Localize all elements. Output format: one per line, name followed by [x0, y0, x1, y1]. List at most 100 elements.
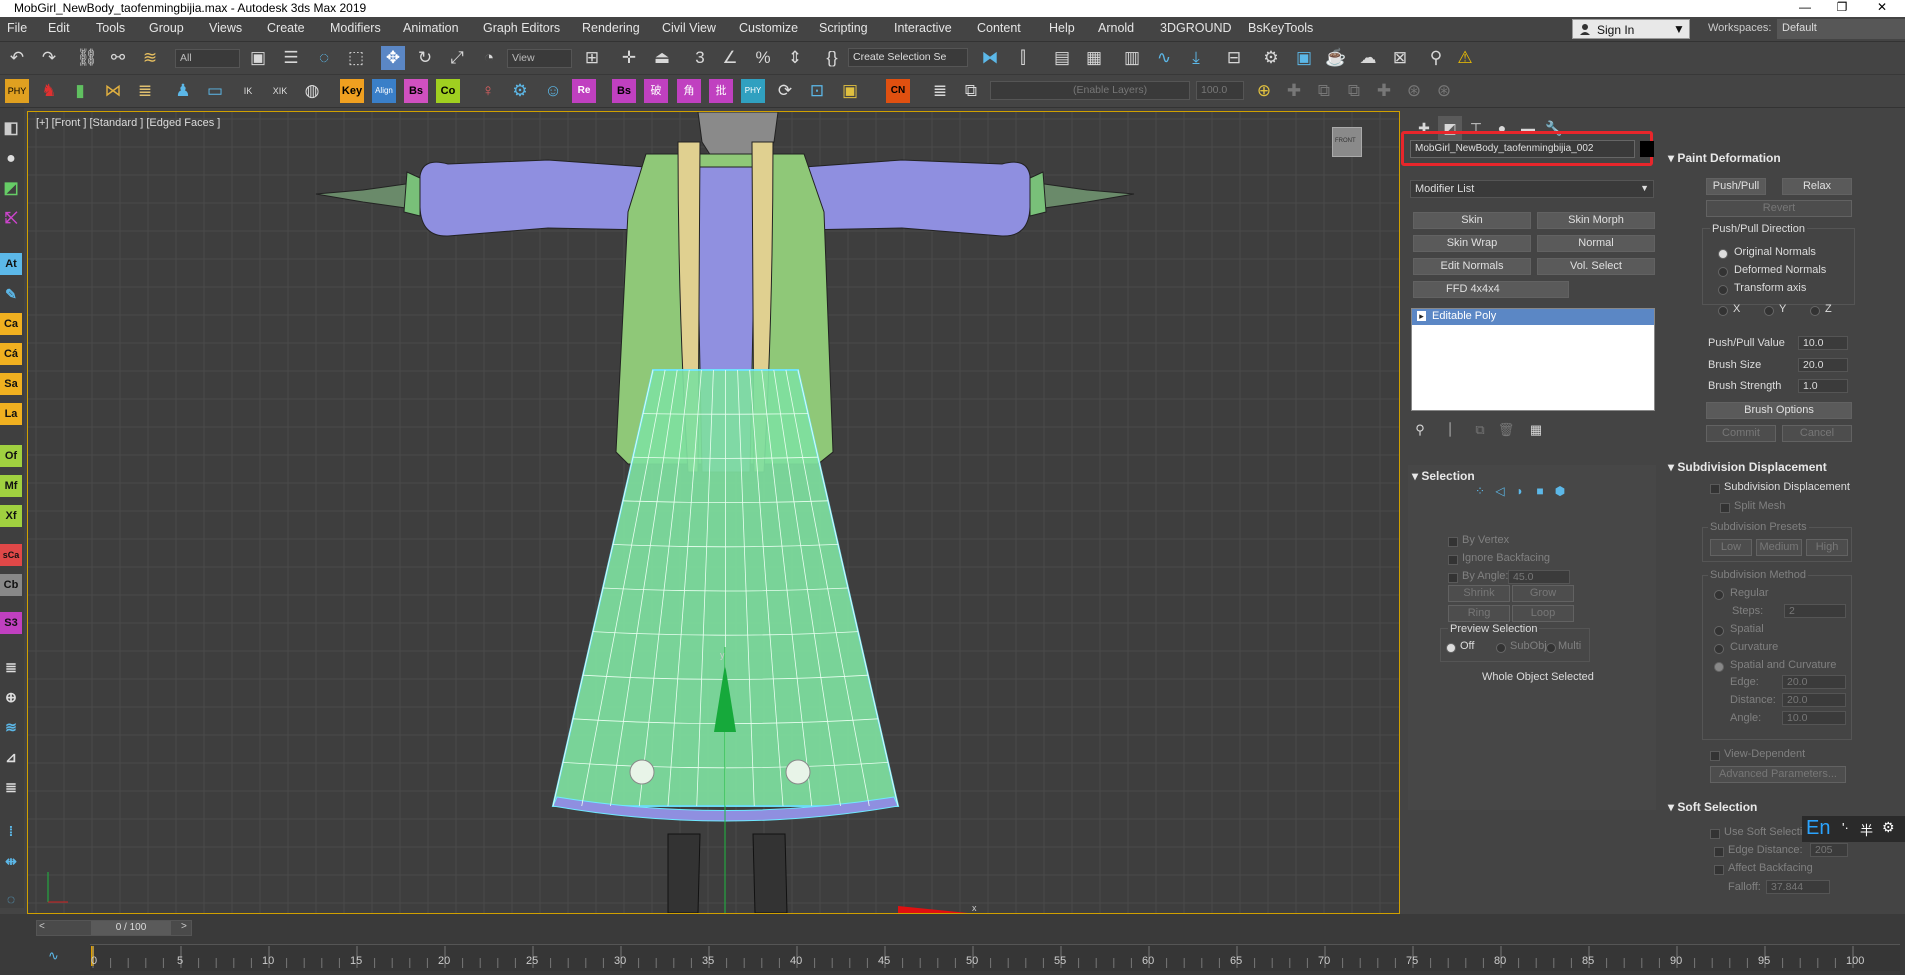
material-editor-icon[interactable]: ⊟ — [1222, 46, 1246, 70]
layer-add-icon[interactable]: ✚ — [1282, 79, 1306, 103]
preview-multi-radio[interactable] — [1546, 643, 1556, 653]
distance-spinner[interactable]: 20.0 — [1782, 693, 1846, 707]
selection-header[interactable]: ▾ Selection — [1412, 469, 1475, 483]
rotate-icon[interactable]: ↻ — [413, 46, 437, 70]
axis-x-radio[interactable] — [1718, 306, 1728, 316]
element-mode-icon[interactable]: ⬢ — [1548, 479, 1572, 503]
selection-filter-dropdown[interactable]: All — [175, 49, 240, 68]
ffd-button[interactable]: FFD 4x4x4 — [1413, 281, 1569, 298]
use-soft-selection-checkbox[interactable] — [1710, 829, 1720, 839]
spatial-radio[interactable] — [1714, 626, 1724, 636]
preset-medium-button[interactable]: Medium — [1756, 539, 1802, 556]
biped-icon[interactable]: ♞ — [37, 79, 61, 103]
rename-button[interactable]: Re — [572, 79, 596, 103]
add-stack-icon[interactable]: ⊕ — [0, 686, 22, 708]
brush-size-spinner[interactable]: 20.0 — [1798, 358, 1848, 372]
render-setup-icon[interactable]: ⚙ — [1259, 46, 1283, 70]
minimize-button[interactable]: — — [1785, 0, 1825, 14]
regular-radio[interactable] — [1714, 590, 1724, 600]
close-button[interactable]: ✕ — [1862, 0, 1902, 14]
menu-tools[interactable]: Tools — [96, 21, 125, 35]
layer-dropdown[interactable]: (Enable Layers) — [990, 81, 1190, 100]
commit-button[interactable]: Commit — [1706, 425, 1776, 442]
skin-wrap-button[interactable]: Skin Wrap — [1413, 235, 1531, 252]
select-manipulate-icon[interactable]: ✛ — [617, 46, 641, 70]
edit-normals-button[interactable]: Edit Normals — [1413, 258, 1531, 275]
la-button[interactable]: La — [0, 403, 22, 425]
brush-options-button[interactable]: Brush Options — [1706, 402, 1852, 419]
sphere-icon[interactable]: ● — [0, 148, 22, 170]
layer-manager-icon[interactable]: ⧉ — [959, 79, 983, 103]
percent-snap-icon[interactable]: % — [751, 46, 775, 70]
place-icon[interactable]: ◔ — [477, 46, 501, 70]
keyboard-shortcut-icon[interactable]: ⏏ — [650, 46, 674, 70]
xf-button[interactable]: Xf — [0, 505, 22, 527]
transform-axis-radio[interactable] — [1718, 285, 1728, 295]
bs15-button[interactable]: Bs — [612, 79, 636, 103]
loop-icon[interactable]: ⟳ — [773, 79, 797, 103]
axis-icon[interactable]: ⁞ — [0, 820, 22, 842]
edge-distance-spinner[interactable]: 205 — [1810, 843, 1848, 857]
view-dependent-checkbox[interactable] — [1710, 751, 1720, 761]
box-icon[interactable]: ◧ — [0, 118, 22, 140]
stack-item-editable-poly[interactable]: ▸ Editable Poly — [1412, 309, 1654, 325]
split-mesh-checkbox[interactable] — [1720, 503, 1730, 513]
normal-button[interactable]: Normal — [1537, 235, 1655, 252]
subdivision-displacement-checkbox[interactable] — [1710, 484, 1720, 494]
lasso-select-icon[interactable]: ◌ — [312, 46, 336, 70]
undo-icon[interactable]: ↶ — [5, 46, 29, 70]
layer-paste-icon[interactable]: ⧉ — [1342, 79, 1366, 103]
original-normals-radio[interactable] — [1718, 249, 1728, 259]
angle-button[interactable]: 角 — [677, 79, 701, 103]
break-button[interactable]: 破 — [644, 79, 668, 103]
render-cloud-icon[interactable]: ⚲ — [1424, 46, 1448, 70]
subdivision-displacement-header[interactable]: ▾ Subdivision Displacement — [1668, 460, 1827, 474]
ik-icon[interactable]: IK — [236, 79, 260, 103]
edit-named-selection-icon[interactable]: {} — [820, 46, 844, 70]
axis-y-radio[interactable] — [1764, 306, 1774, 316]
viewport-canvas[interactable]: y x — [28, 112, 1399, 913]
layer-plus-icon[interactable]: ✚ — [1372, 79, 1396, 103]
axis-z-radio[interactable] — [1810, 306, 1820, 316]
modifier-list-dropdown[interactable]: Modifier List ▼ — [1410, 180, 1654, 198]
by-vertex-checkbox[interactable] — [1448, 537, 1458, 547]
character-icon[interactable]: ♀ — [476, 79, 500, 103]
gear-rig-icon[interactable]: ⚙ — [508, 79, 532, 103]
toggle-ribbon-icon[interactable]: ▥ — [1120, 46, 1144, 70]
by-angle-checkbox[interactable] — [1448, 573, 1458, 583]
move-icon[interactable]: ✥ — [381, 46, 405, 70]
workspaces-select[interactable]: Default — [1777, 19, 1905, 39]
angle-snap-icon[interactable]: ∠ — [718, 46, 742, 70]
pin-stack-icon[interactable]: ⚲ — [1408, 418, 1432, 442]
skin-button[interactable]: Skin — [1413, 212, 1531, 229]
reference-coordinate-dropdown[interactable]: View — [507, 49, 572, 68]
ignore-backfacing-checkbox[interactable] — [1448, 555, 1458, 565]
menu-content[interactable]: Content — [977, 21, 1021, 35]
push-pull-button[interactable]: Push/Pull — [1706, 178, 1766, 195]
align-button[interactable]: Align — [372, 79, 396, 103]
ring-button[interactable]: Ring — [1448, 605, 1510, 622]
preview-subobj-radio[interactable] — [1496, 643, 1506, 653]
shrink-button[interactable]: Shrink — [1448, 585, 1510, 602]
face-icon[interactable]: ☺ — [541, 79, 565, 103]
menu-civil-view[interactable]: Civil View — [662, 21, 716, 35]
disk-icon[interactable]: ▭ — [203, 79, 227, 103]
object-name-field[interactable]: MobGirl_NewBody_taofenmingbijia_002 — [1410, 140, 1635, 158]
preset-high-button[interactable]: High — [1806, 539, 1848, 556]
menu-arnold[interactable]: Arnold — [1098, 21, 1134, 35]
key-button[interactable]: Key — [340, 79, 364, 103]
steps-spinner[interactable]: 2 — [1784, 604, 1846, 618]
menu-group[interactable]: Group — [149, 21, 184, 35]
remove-modifier-icon[interactable]: 🗑 — [1494, 418, 1518, 442]
menu-views[interactable]: Views — [209, 21, 242, 35]
angle-spinner[interactable]: 10.0 — [1782, 711, 1846, 725]
redo-icon[interactable]: ↷ — [37, 46, 61, 70]
layer-collapse-icon[interactable]: ⊛ — [1402, 79, 1426, 103]
menu-3dground[interactable]: 3DGROUND — [1160, 21, 1232, 35]
layer-edit-icon[interactable]: ≣ — [0, 776, 22, 798]
mf-button[interactable]: Mf — [0, 475, 22, 497]
sa-button[interactable]: Sa — [0, 373, 22, 395]
viewport-label[interactable]: [+] [Front ] [Standard ] [Edged Faces ] — [36, 117, 220, 129]
xik-icon[interactable]: XIK — [268, 79, 292, 103]
loop-button[interactable]: Loop — [1512, 605, 1574, 622]
